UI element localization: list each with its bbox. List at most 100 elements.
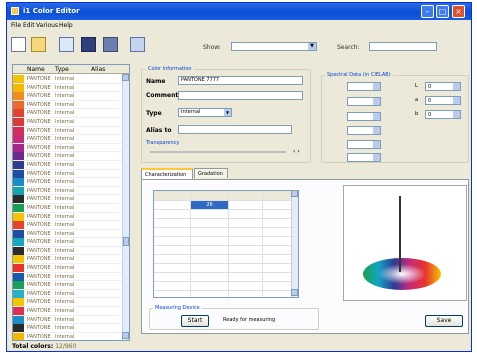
list-item[interactable]: PANTONE Internal xyxy=(13,298,123,308)
spin-icon[interactable] xyxy=(373,83,380,90)
list-item-name: PANTONE xyxy=(27,170,51,177)
list-item-name: PANTONE xyxy=(27,230,51,237)
list-item[interactable]: PANTONE Internal xyxy=(13,332,123,340)
chevron-down-icon[interactable]: ▼ xyxy=(308,43,316,50)
list-item[interactable]: PANTONE Internal xyxy=(13,143,123,153)
list-item[interactable]: PANTONE Internal xyxy=(13,281,123,290)
spin-icon[interactable] xyxy=(453,111,460,118)
open-folder-icon[interactable] xyxy=(31,37,46,52)
spin-icon[interactable] xyxy=(373,127,380,134)
spin-icon[interactable] xyxy=(373,141,380,148)
list-item[interactable]: PANTONE Internal xyxy=(13,272,123,282)
spectral-field-3[interactable] xyxy=(347,112,381,121)
spin-icon[interactable] xyxy=(373,98,380,105)
list-item[interactable]: PANTONE Internal xyxy=(13,229,123,239)
save-button[interactable]: Save xyxy=(425,315,463,327)
list-item-type: Internal xyxy=(55,316,75,323)
column-name[interactable]: Name xyxy=(27,66,45,73)
spectral-field-5[interactable] xyxy=(347,140,381,149)
menu-help[interactable]: Help xyxy=(59,22,73,29)
scroll-thumb[interactable] xyxy=(123,237,129,246)
a-value: 0 xyxy=(428,98,432,104)
tab-gradation[interactable]: Gradation xyxy=(194,168,228,178)
scroll-down-icon[interactable] xyxy=(122,332,129,339)
list-item[interactable]: PANTONE Internal xyxy=(13,264,123,273)
list-item[interactable]: PANTONE Internal xyxy=(13,160,123,170)
start-button[interactable]: Start xyxy=(181,315,209,327)
measurement-grid[interactable]: 26 xyxy=(153,190,299,298)
list-scrollbar[interactable] xyxy=(122,74,129,340)
selected-cell[interactable]: 26 xyxy=(191,201,228,209)
chevron-down-icon[interactable]: ▼ xyxy=(224,109,231,116)
list-item[interactable]: PANTONE Internal xyxy=(13,307,123,316)
minimize-button[interactable]: – xyxy=(421,5,434,18)
menu-edit[interactable]: Edit xyxy=(23,22,35,29)
list-item[interactable]: PANTONE Internal xyxy=(13,92,123,101)
list-item[interactable]: PANTONE Internal xyxy=(13,109,123,118)
search-input[interactable] xyxy=(369,42,437,51)
save-icon[interactable] xyxy=(81,37,96,52)
l-field[interactable]: 0 xyxy=(425,82,461,91)
list-item[interactable]: PANTONE Internal xyxy=(13,169,123,179)
a-field[interactable]: 0 xyxy=(425,96,461,105)
list-item[interactable]: PANTONE Internal xyxy=(13,117,123,127)
alias-field[interactable] xyxy=(178,125,292,134)
list-item[interactable]: PANTONE Internal xyxy=(13,203,123,213)
grid-scrollbar[interactable] xyxy=(291,190,298,297)
list-item-type: Internal xyxy=(55,76,75,82)
grid-line xyxy=(154,281,298,282)
spin-icon[interactable] xyxy=(373,113,380,120)
list-item[interactable]: PANTONE Internal xyxy=(13,178,123,187)
show-dropdown[interactable]: ▼ xyxy=(231,42,317,51)
list-item[interactable]: PANTONE Internal xyxy=(13,186,123,196)
scroll-up-icon[interactable] xyxy=(291,190,298,197)
type-dropdown[interactable]: Internal ▼ xyxy=(178,108,232,117)
list-item[interactable]: PANTONE Internal xyxy=(13,75,123,84)
list-item[interactable]: PANTONE Internal xyxy=(13,83,123,93)
list-item-type: Internal xyxy=(55,127,75,134)
list-item[interactable]: PANTONE Internal xyxy=(13,135,123,144)
list-item-name: PANTONE xyxy=(27,316,51,323)
b-field[interactable]: 0 xyxy=(425,110,461,119)
transparency-slider[interactable] xyxy=(150,151,286,153)
settings-icon[interactable] xyxy=(130,37,145,52)
spectral-field-1[interactable] xyxy=(347,82,381,91)
list-item[interactable]: PANTONE Internal xyxy=(13,100,123,110)
list-item[interactable]: PANTONE Internal xyxy=(13,289,123,299)
spectral-field-6[interactable] xyxy=(347,153,381,162)
close-button[interactable]: × xyxy=(452,5,465,18)
list-item[interactable]: PANTONE Internal xyxy=(13,315,123,325)
list-item[interactable]: PANTONE Internal xyxy=(13,195,123,204)
list-item[interactable]: PANTONE Internal xyxy=(13,152,123,161)
list-item[interactable]: PANTONE Internal xyxy=(13,255,123,265)
spin-icon[interactable] xyxy=(453,83,460,90)
spin-icon[interactable] xyxy=(373,154,380,161)
new-doc-icon[interactable] xyxy=(11,37,26,52)
list-item[interactable]: PANTONE Internal xyxy=(13,324,123,333)
list-item[interactable]: PANTONE Internal xyxy=(13,238,123,247)
tab-characterization[interactable]: Characterization xyxy=(141,168,193,179)
list-item[interactable]: PANTONE Internal xyxy=(13,212,123,222)
print-icon[interactable] xyxy=(103,37,118,52)
list-item[interactable]: PANTONE Internal xyxy=(13,246,123,256)
list-item-name: PANTONE xyxy=(27,299,51,306)
scroll-up-icon[interactable] xyxy=(122,74,129,81)
spin-icon[interactable] xyxy=(453,97,460,104)
spectral-field-2[interactable] xyxy=(347,97,381,106)
spectral-field-4[interactable] xyxy=(347,126,381,135)
show-label: Show: xyxy=(203,44,221,51)
menu-file[interactable]: File xyxy=(11,22,21,29)
name-field[interactable]: PANTONE 7777 xyxy=(178,76,303,85)
list-item[interactable]: PANTONE Internal xyxy=(13,221,123,230)
menu-various[interactable]: Various xyxy=(36,22,58,29)
name-label: Name xyxy=(146,78,166,85)
column-type[interactable]: Type xyxy=(55,66,69,73)
list-item[interactable]: PANTONE Internal xyxy=(13,126,123,136)
column-alias[interactable]: Alias xyxy=(91,66,105,73)
scroll-down-icon[interactable] xyxy=(291,289,298,296)
measuring-title: Measuring Device xyxy=(153,305,202,311)
transparency-stepper[interactable]: ‹ › xyxy=(293,148,300,155)
maximize-button[interactable]: □ xyxy=(436,5,449,18)
copy-icon[interactable] xyxy=(59,37,74,52)
comment-field[interactable] xyxy=(178,91,303,100)
